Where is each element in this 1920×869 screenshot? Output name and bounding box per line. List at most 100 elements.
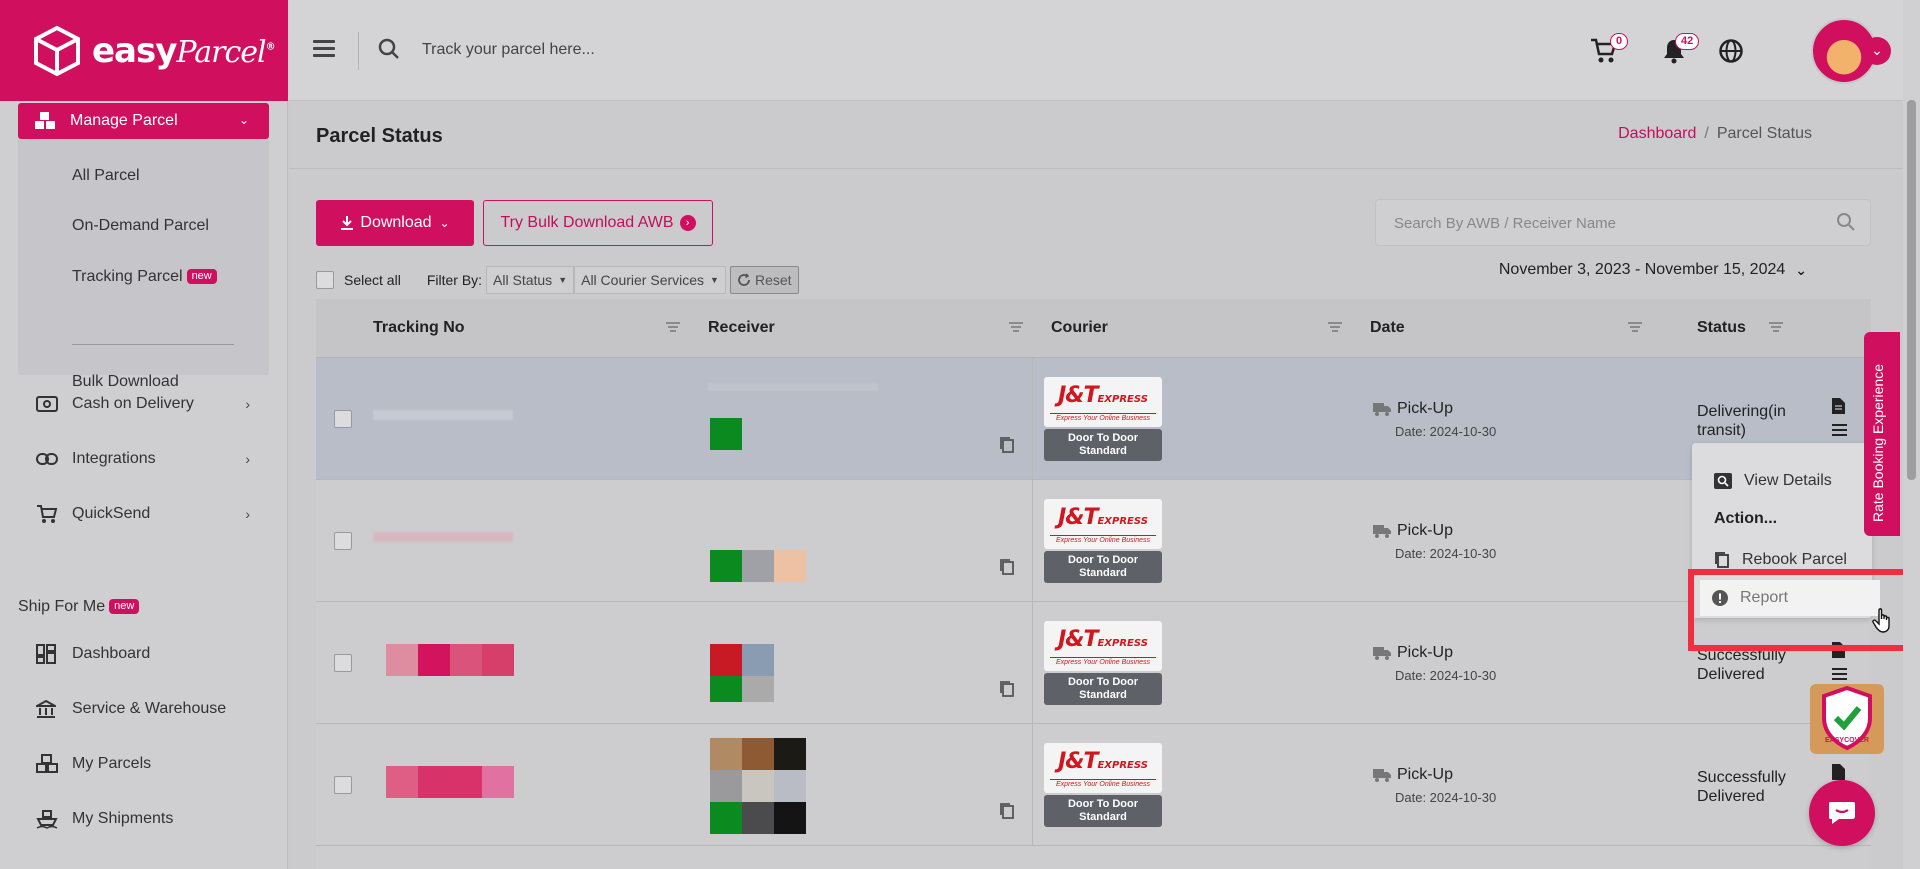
- pickup-date: Date: 2024-10-30: [1395, 668, 1497, 683]
- divider: [358, 32, 359, 70]
- sidebar-item-my-parcels[interactable]: My Parcels: [36, 753, 256, 775]
- truck-icon: [1373, 524, 1391, 538]
- rebook-parcel-menu-item[interactable]: Rebook Parcel: [1714, 551, 1847, 569]
- sidebar-item-all-parcel[interactable]: All Parcel: [72, 167, 140, 185]
- redacted-receiver-image: [710, 550, 742, 582]
- status-text: Successfully Delivered: [1697, 769, 1786, 805]
- row-checkbox[interactable]: [334, 532, 352, 550]
- sidebar-item-bulk-download[interactable]: Bulk Download: [72, 373, 179, 391]
- sidebar-item-manage-parcel[interactable]: Manage Parcel ⌄: [18, 103, 269, 139]
- service-type-badge: Door To Door Standard: [1044, 429, 1162, 461]
- awb-search-input[interactable]: [1394, 212, 1814, 234]
- courier-filter-select[interactable]: All Courier Services ▼: [574, 266, 726, 294]
- try-bulk-download-button[interactable]: Try Bulk Download AWB ›: [483, 200, 713, 246]
- view-details-menu-item[interactable]: View Details: [1714, 472, 1832, 490]
- new-badge: new: [186, 269, 217, 284]
- column-divider: [1032, 602, 1033, 723]
- search-icon[interactable]: [1836, 212, 1856, 232]
- section-title-ship-for-me: Ship For Me new: [18, 598, 140, 616]
- copy-icon[interactable]: [999, 680, 1015, 698]
- reset-button[interactable]: Reset: [729, 266, 799, 294]
- redacted-tracking-no: [450, 644, 482, 676]
- truck-icon: [1373, 402, 1391, 416]
- service-type-badge: Door To Door Standard: [1044, 551, 1162, 583]
- redacted-tracking-no: [418, 766, 450, 798]
- redacted-tracking-no: [418, 644, 450, 676]
- redacted-receiver-name: [708, 383, 878, 391]
- chevron-down-icon: ⌄: [1795, 261, 1807, 278]
- sort-icon[interactable]: [666, 322, 680, 332]
- table-row[interactable]: J&TEXPRESS Express Your Online Business D…: [316, 480, 1871, 602]
- sidebar-item-quicksend[interactable]: QuickSend ›: [36, 503, 256, 525]
- refresh-icon: [738, 273, 750, 286]
- sidebar: Manage Parcel ⌄ All Parcel On-Demand Par…: [0, 101, 288, 869]
- brand-name: easyParcel®: [92, 30, 276, 71]
- arrow-right-icon: ›: [679, 215, 696, 231]
- sidebar-item-dashboard[interactable]: Dashboard: [36, 643, 256, 665]
- row-checkbox[interactable]: [334, 654, 352, 672]
- status-filter-select[interactable]: All Status ▼: [486, 266, 575, 294]
- chat-button[interactable]: [1809, 780, 1875, 846]
- sidebar-item-service-warehouse[interactable]: Service & Warehouse: [36, 698, 256, 720]
- courier-filter-value: All Courier Services: [581, 272, 705, 288]
- scrollbar[interactable]: [1903, 0, 1920, 869]
- copy-icon[interactable]: [999, 558, 1015, 576]
- chevron-down-icon[interactable]: ⌄: [1863, 37, 1891, 65]
- breadcrumb-separator: /: [1704, 125, 1709, 142]
- download-button[interactable]: Download ⌄: [316, 200, 474, 246]
- select-all-checkbox[interactable]: [316, 271, 334, 289]
- date-range-picker[interactable]: November 3, 2023 - November 15, 2024 ⌄: [1499, 261, 1807, 279]
- sidebar-item-on-demand-parcel[interactable]: On-Demand Parcel: [72, 217, 209, 235]
- courier-tagline: Express Your Online Business: [1050, 413, 1156, 424]
- hamburger-menu-icon[interactable]: [313, 40, 335, 58]
- menu-icon[interactable]: [1832, 424, 1847, 436]
- redacted-receiver-image: [710, 738, 742, 770]
- table-row[interactable]: J&TEXPRESS Express Your Online Business D…: [316, 602, 1871, 724]
- row-checkbox[interactable]: [334, 776, 352, 794]
- document-icon[interactable]: [1832, 764, 1845, 780]
- search-doc-icon: [1714, 473, 1732, 489]
- scrollbar-thumb[interactable]: [1907, 100, 1916, 480]
- globe-icon[interactable]: [1718, 38, 1744, 64]
- column-divider: [1032, 724, 1033, 845]
- courier-tagline: Express Your Online Business: [1050, 535, 1156, 546]
- cart-plus-icon: [37, 505, 58, 523]
- boxes-icon: [35, 112, 55, 129]
- rebook-label: Rebook Parcel: [1742, 551, 1847, 568]
- copy-icon[interactable]: [999, 802, 1015, 820]
- brand-logo[interactable]: easyParcel®: [0, 0, 288, 101]
- sidebar-item-label: QuickSend: [72, 505, 151, 522]
- breadcrumb-dashboard-link[interactable]: Dashboard: [1618, 125, 1696, 142]
- sort-icon[interactable]: [1009, 322, 1023, 332]
- column-header-receiver: Receiver: [708, 319, 775, 336]
- sidebar-item-cash-on-delivery[interactable]: Cash on Delivery ›: [36, 393, 256, 415]
- copy-icon[interactable]: [999, 436, 1015, 454]
- rate-booking-experience-tab[interactable]: Rate Booking Experience: [1864, 332, 1900, 536]
- boxes-icon: [36, 754, 58, 773]
- document-icon[interactable]: [1832, 398, 1845, 414]
- download-label: Download: [360, 214, 432, 231]
- new-badge: new: [109, 599, 140, 614]
- sort-icon[interactable]: [1769, 322, 1783, 332]
- sidebar-item-tracking-parcel[interactable]: Tracking Parcel new: [72, 268, 217, 286]
- table-row[interactable]: J&TEXPRESS Express Your Online Business D…: [316, 358, 1871, 480]
- courier-logo-sub: EXPRESS: [1097, 394, 1148, 405]
- chevron-down-icon: ⌄: [439, 216, 450, 230]
- redacted-receiver-image: [710, 676, 742, 702]
- table-row[interactable]: J&TEXPRESS Express Your Online Business D…: [316, 724, 1871, 846]
- sort-icon[interactable]: [1628, 322, 1642, 332]
- row-checkbox[interactable]: [334, 410, 352, 428]
- easycover-badge[interactable]: EASYCOVER: [1810, 684, 1884, 754]
- sidebar-item-my-shipments[interactable]: My Shipments: [36, 808, 256, 830]
- sidebar-item-integrations[interactable]: Integrations ›: [36, 448, 256, 470]
- column-header-courier: Courier: [1051, 319, 1108, 336]
- menu-icon[interactable]: [1832, 668, 1847, 680]
- track-parcel-input[interactable]: [422, 34, 922, 66]
- pickup-method: Pick-Up: [1373, 400, 1453, 418]
- search-icon: [378, 38, 399, 59]
- download-icon: [341, 216, 354, 230]
- chevron-right-icon: ›: [245, 451, 250, 467]
- redacted-receiver-image: [710, 644, 742, 676]
- filter-row: Select all Filter By: All Status ▼ All Co…: [316, 265, 799, 295]
- sort-icon[interactable]: [1328, 322, 1342, 332]
